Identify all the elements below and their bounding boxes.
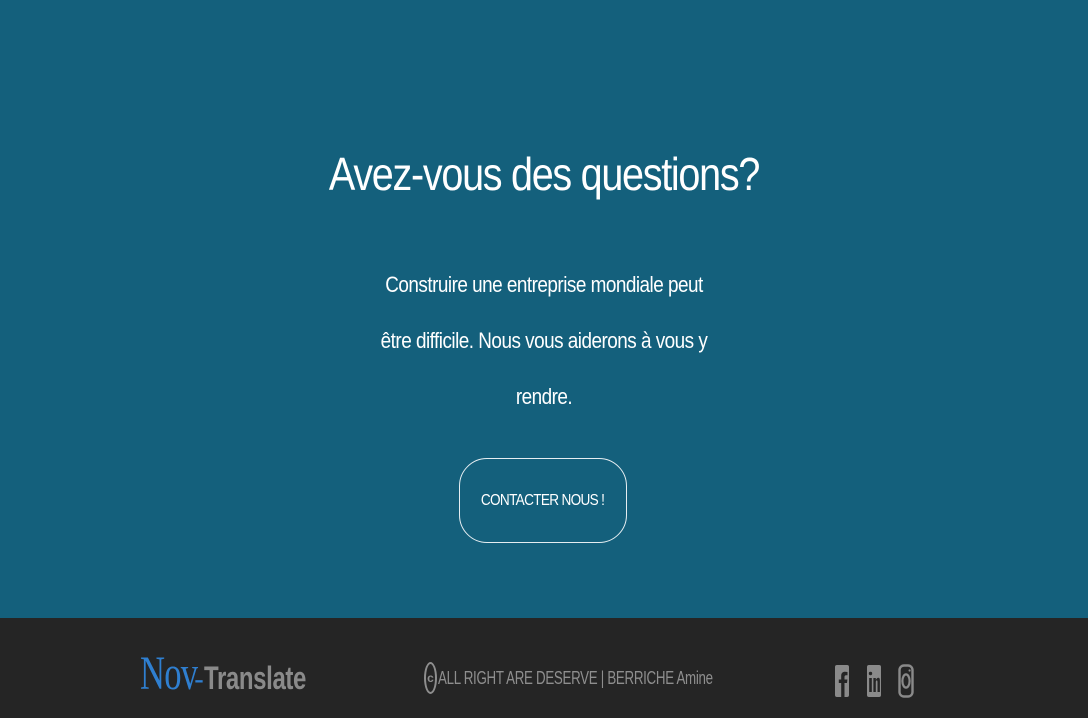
instagram-icon[interactable] [898, 664, 914, 698]
cta-title: Avez-vous des questions? [328, 148, 760, 200]
contact-button[interactable]: CONTACTER NOUS ! [459, 458, 627, 543]
cta-description: Construire une entreprise mondiale peut … [380, 272, 708, 409]
facebook-icon[interactable] [834, 664, 850, 698]
cta-section: Avez-vous des questions? Construire une … [0, 0, 1088, 618]
copyright-text: ALL RIGHT ARE DESERVE | BERRICHE Amine [438, 667, 713, 688]
contact-button-label: CONTACTER NOUS ! [481, 491, 605, 509]
logo-nov: Nov [140, 647, 198, 700]
logo-translate: Translate [204, 660, 307, 696]
linkedin-icon[interactable] [866, 664, 882, 698]
copyright-icon: c [424, 662, 437, 694]
footer-logo[interactable]: Nov - Translate [140, 646, 340, 702]
copyright: c ALL RIGHT ARE DESERVE | BERRICHE Amine [424, 662, 809, 694]
